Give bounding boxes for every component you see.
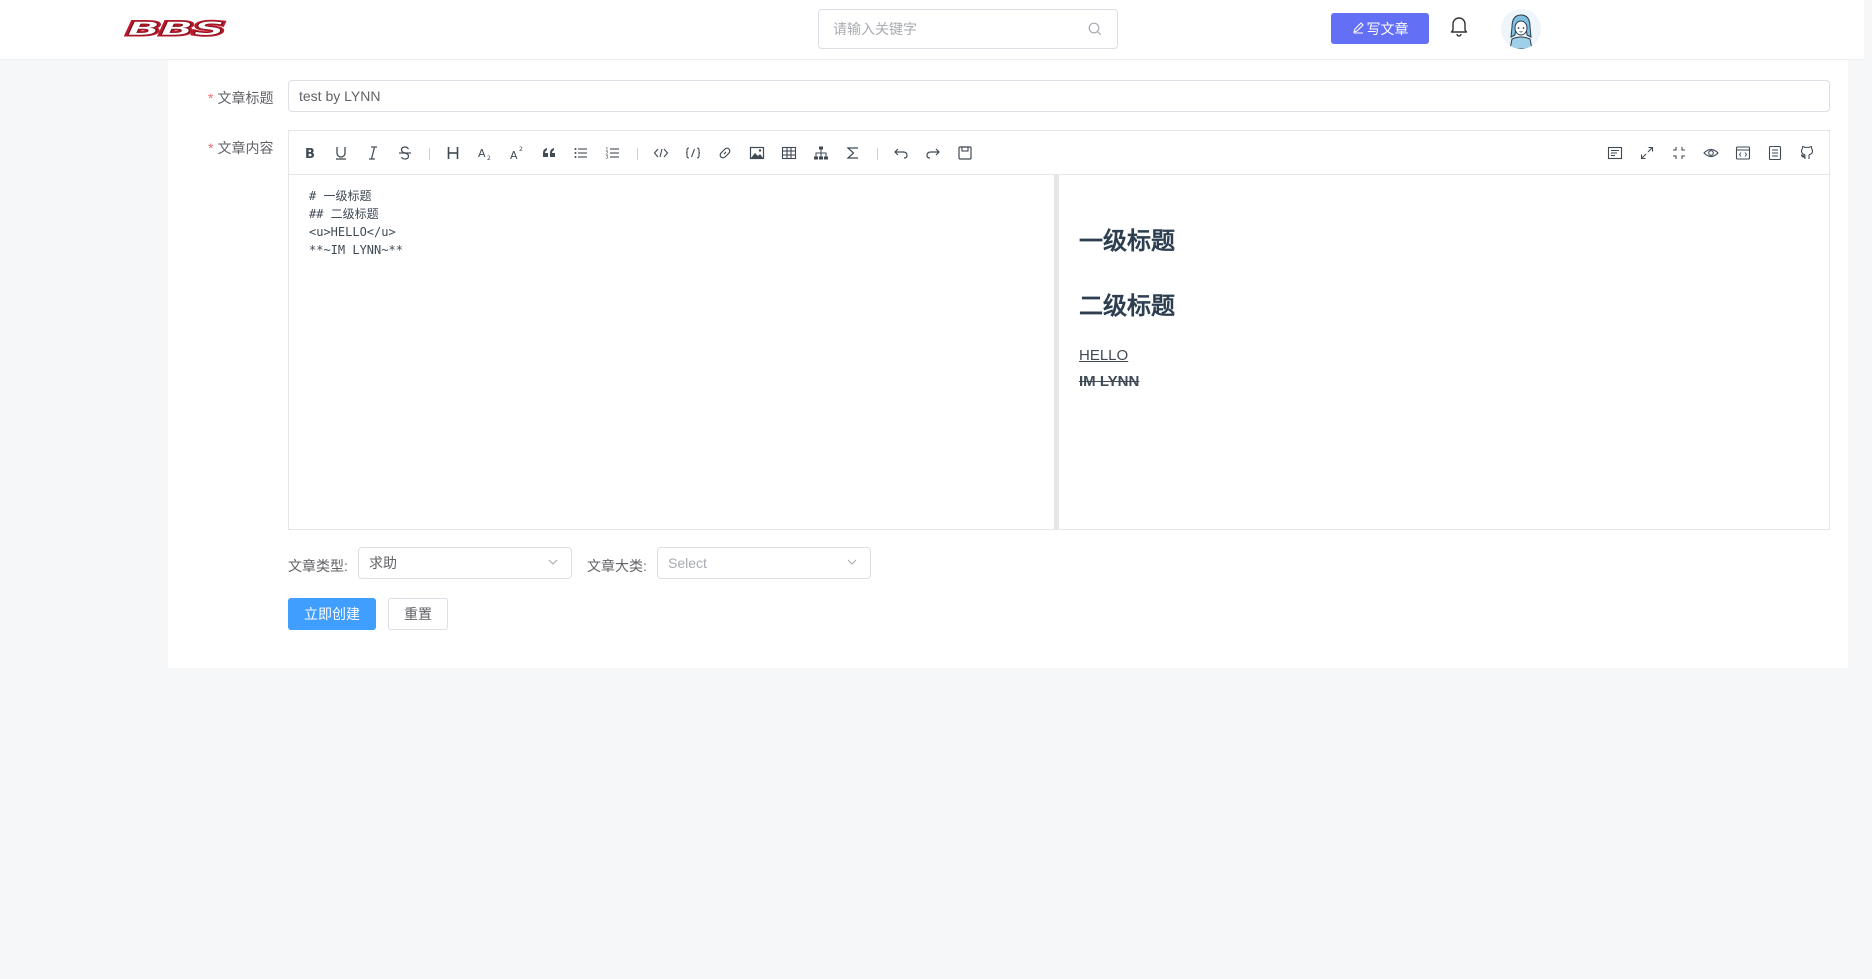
code-block-icon[interactable] (683, 143, 703, 163)
category-label: 文章大类: (587, 558, 647, 574)
subscript-icon[interactable]: A2 (475, 143, 495, 163)
article-type-value: 求助 (369, 555, 397, 571)
fullscreen-icon[interactable] (1637, 143, 1657, 163)
heading-icon[interactable] (443, 143, 463, 163)
editor-toolbar: B A2 A2 123 (289, 131, 1829, 175)
unordered-list-icon[interactable] (571, 143, 591, 163)
table-icon[interactable] (779, 143, 799, 163)
markdown-editor: B A2 A2 123 # 一级标题 ## 二级标题 <u>HELLO</u> … (288, 130, 1830, 530)
prettier-icon[interactable] (1765, 143, 1785, 163)
article-category-select[interactable]: Select (657, 547, 871, 579)
search-input[interactable] (819, 10, 1087, 48)
page-fullscreen-icon[interactable] (1669, 143, 1689, 163)
preview-heading-1: 一级标题 (1079, 228, 1175, 255)
italic-icon[interactable] (363, 143, 383, 163)
write-article-button[interactable]: 写文章 (1331, 13, 1429, 44)
code-inline-icon[interactable] (651, 143, 671, 163)
user-avatar[interactable] (1501, 9, 1541, 49)
catalog-icon[interactable] (1605, 143, 1625, 163)
html-preview-icon[interactable] (1733, 143, 1753, 163)
svg-text:3: 3 (606, 155, 609, 161)
svg-text:2: 2 (519, 146, 523, 153)
chevron-down-icon (547, 555, 559, 571)
preview-underline-text: HELLO (1079, 347, 1129, 364)
bold-icon[interactable]: B (299, 143, 319, 163)
article-category-placeholder: Select (668, 555, 707, 571)
content-label: * 文章内容 (208, 140, 274, 156)
required-star: * (208, 90, 214, 106)
required-star: * (208, 140, 214, 156)
scrollbar-gap (1864, 0, 1872, 60)
svg-text:B: B (305, 147, 315, 161)
toolbar-divider (877, 148, 878, 160)
svg-text:A: A (510, 149, 518, 161)
ordered-list-icon[interactable]: 123 (603, 143, 623, 163)
reset-button[interactable]: 重置 (388, 598, 448, 630)
image-icon[interactable] (747, 143, 767, 163)
edit-pen-icon (1352, 21, 1365, 37)
write-article-label: 写文章 (1366, 20, 1409, 37)
save-icon[interactable] (955, 143, 975, 163)
chevron-down-icon (846, 555, 858, 571)
mermaid-icon[interactable] (811, 143, 831, 163)
create-button[interactable]: 立即创建 (288, 598, 376, 630)
toolbar-divider (429, 148, 430, 160)
next-icon[interactable] (923, 143, 943, 163)
bbs-logo[interactable]: BBS BBS (124, 17, 230, 42)
top-header: BBS BBS 写文章 (0, 0, 1872, 60)
underline-icon[interactable] (331, 143, 351, 163)
superscript-icon[interactable]: A2 (507, 143, 527, 163)
svg-text:2: 2 (487, 155, 491, 161)
toolbar-divider (637, 148, 638, 160)
katex-icon[interactable] (843, 143, 863, 163)
github-icon[interactable] (1797, 143, 1817, 163)
type-label: 文章类型: (288, 558, 348, 574)
strikethrough-icon[interactable] (395, 143, 415, 163)
revoke-icon[interactable] (891, 143, 911, 163)
preview-strikethrough-text: IM LYNN (1079, 373, 1140, 390)
svg-text:BBS: BBS (127, 18, 225, 38)
title-label: * 文章标题 (208, 90, 274, 106)
link-icon[interactable] (715, 143, 735, 163)
svg-text:A: A (478, 147, 486, 160)
quote-icon[interactable] (539, 143, 559, 163)
markdown-preview-pane: 一级标题 二级标题 HELLO IM LYNN (1059, 175, 1829, 529)
article-type-select[interactable]: 求助 (358, 547, 572, 579)
search-icon[interactable] (1087, 21, 1103, 37)
preview-heading-2: 二级标题 (1079, 293, 1175, 320)
markdown-source-pane[interactable]: # 一级标题 ## 二级标题 <u>HELLO</u> **~IM LYNN~*… (289, 175, 1054, 529)
preview-icon[interactable] (1701, 143, 1721, 163)
bell-icon[interactable] (1449, 15, 1469, 37)
search-box[interactable] (818, 9, 1118, 49)
title-input[interactable] (288, 80, 1830, 112)
